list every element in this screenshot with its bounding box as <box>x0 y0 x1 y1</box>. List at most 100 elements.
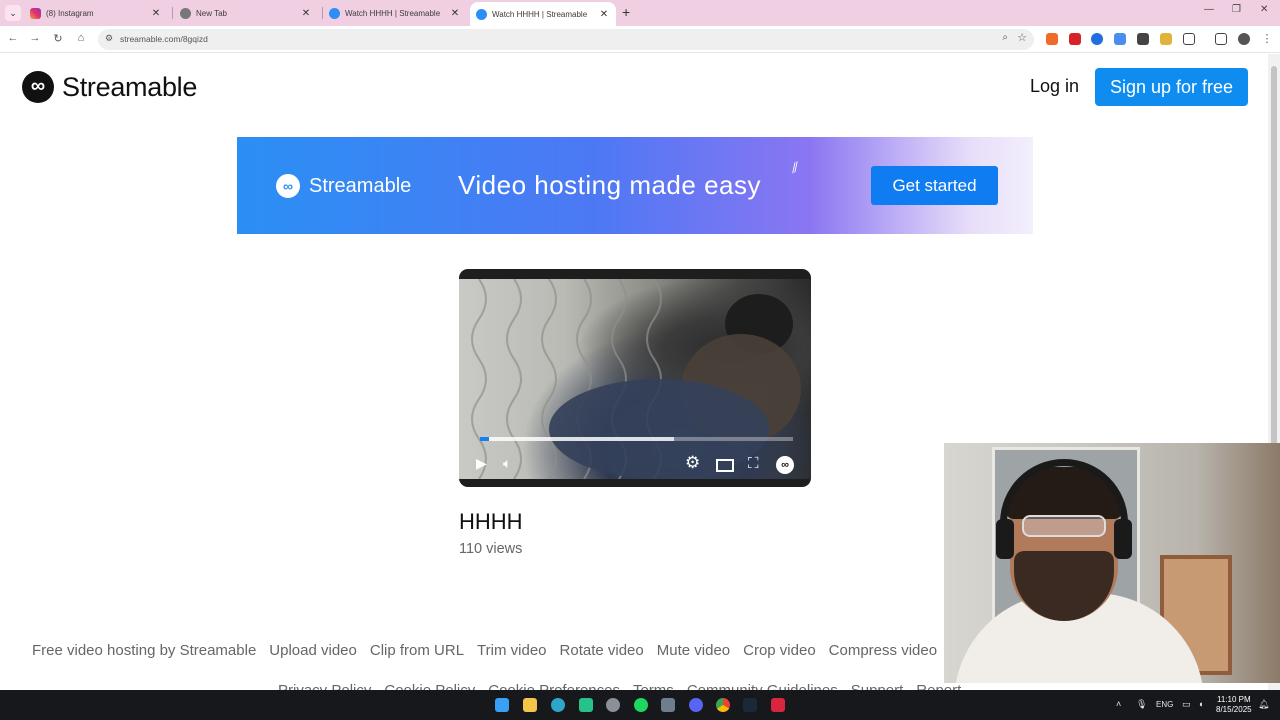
video-player[interactable]: ▶ 🔈︎ ⚙ ⛶ ∞ <box>459 269 811 487</box>
extension-icon[interactable] <box>1160 33 1172 45</box>
footer-link[interactable]: Upload video <box>269 642 357 659</box>
streamable-icon <box>329 7 340 19</box>
view-count: 110 views <box>459 541 523 557</box>
minimize-icon[interactable]: — <box>1204 4 1214 15</box>
extension-icon[interactable] <box>1137 33 1149 45</box>
promo-banner[interactable]: ∞ Streamable Video hosting made easy ⁄⁄ … <box>237 137 1033 234</box>
calculator-icon[interactable] <box>661 698 675 712</box>
tab-streamable-active[interactable]: Watch HHHH | Streamable ✕ <box>470 2 616 26</box>
streamable-icon <box>476 8 487 20</box>
streamable-logo-icon: ∞ <box>276 174 300 198</box>
settings-icon[interactable] <box>606 698 620 712</box>
picture-in-picture-icon[interactable] <box>716 459 734 472</box>
close-tab-icon[interactable]: ✕ <box>300 8 312 19</box>
browser-tab-strip: ⌄ (8) Instagram ✕ New Tab ✕ Watch HHHH |… <box>0 0 1280 26</box>
reload-icon[interactable]: ↻ <box>51 32 65 45</box>
microphone-icon[interactable]: 🎙︎ <box>1136 699 1147 710</box>
tab-title: Watch HHHH | Streamable <box>492 9 588 19</box>
footer-link[interactable]: Rotate video <box>560 642 644 659</box>
settings-gear-icon[interactable]: ⚙ <box>685 453 700 473</box>
extensions-puzzle-icon[interactable] <box>1183 33 1195 45</box>
streamable-logo-icon: ∞ <box>22 71 54 103</box>
file-explorer-icon[interactable] <box>523 698 537 712</box>
headset-earcup <box>996 519 1014 559</box>
footer-link[interactable]: Free video hosting by Streamable <box>32 642 256 659</box>
banner-brand: Streamable <box>309 175 412 197</box>
notification-bell-icon[interactable]: 🔔︎ <box>1258 699 1269 710</box>
edge-icon[interactable] <box>551 698 565 712</box>
play-icon[interactable]: ▶ <box>476 455 487 472</box>
video-frame[interactable] <box>459 279 811 479</box>
signup-button[interactable]: Sign up for free <box>1095 68 1248 106</box>
sparkle-icon: ⁄⁄ <box>790 158 801 176</box>
extension-icon[interactable] <box>1069 33 1081 45</box>
steam-icon[interactable] <box>743 698 757 712</box>
speaker-icon[interactable]: ◖ <box>1198 699 1203 709</box>
wallpaper-pattern <box>471 279 801 479</box>
clock-time: 11:10 PM <box>1216 695 1251 704</box>
maximize-icon[interactable]: ❐ <box>1232 4 1241 15</box>
footer-link[interactable]: Compress video <box>829 642 937 659</box>
app-icon[interactable] <box>771 698 785 712</box>
tab-instagram[interactable]: (8) Instagram ✕ <box>26 2 166 24</box>
login-link[interactable]: Log in <box>1030 76 1079 97</box>
tab-streamable[interactable]: Watch HHHH | Streamable ✕ <box>325 2 465 24</box>
forward-icon[interactable]: → <box>28 32 42 44</box>
tab-separator <box>172 7 173 19</box>
windows-taskbar: ˄ 🎙︎ ENG ▭ ◖ 11:10 PM 8/15/2025 🔔︎ <box>0 690 1280 720</box>
instagram-icon <box>30 7 41 19</box>
language-indicator[interactable]: ENG <box>1156 700 1173 709</box>
discord-icon[interactable] <box>689 698 703 712</box>
tab-title: (8) Instagram <box>46 8 94 18</box>
extension-icon[interactable] <box>1091 33 1103 45</box>
extension-icon[interactable] <box>1114 33 1126 45</box>
close-window-icon[interactable]: ✕ <box>1260 4 1268 15</box>
extension-icon[interactable] <box>1046 33 1058 45</box>
back-icon[interactable]: ← <box>6 32 20 44</box>
tab-title: New Tab <box>196 8 227 18</box>
system-clock[interactable]: 11:10 PM 8/15/2025 <box>1216 695 1252 715</box>
tab-search-chevron-icon[interactable]: ⌄ <box>5 5 21 21</box>
volume-icon[interactable]: 🔈︎ <box>503 455 511 472</box>
menu-kebab-icon[interactable]: ⋮ <box>1260 32 1274 45</box>
footer-link[interactable]: Mute video <box>657 642 730 659</box>
chrome-icon <box>180 7 191 19</box>
tab-new-tab[interactable]: New Tab ✕ <box>176 2 316 24</box>
fullscreen-icon[interactable]: ⛶ <box>748 455 759 472</box>
footer-links-primary: Free video hosting by Streamable Upload … <box>32 642 950 659</box>
tab-separator <box>322 7 323 19</box>
media-control-icon[interactable] <box>1215 33 1227 45</box>
footer-link[interactable]: Clip from URL <box>370 642 464 659</box>
played-bar <box>480 437 490 441</box>
footer-link[interactable]: Crop video <box>743 642 816 659</box>
network-icon[interactable]: ▭ <box>1182 699 1191 710</box>
get-started-button[interactable]: Get started <box>871 166 998 205</box>
new-tab-icon[interactable]: + <box>622 4 630 20</box>
footer-link[interactable]: Trim video <box>477 642 546 659</box>
webcam-overlay <box>944 443 1280 683</box>
buffered-bar <box>480 437 675 441</box>
browser-toolbar: ← → ↻ ⌂ ⚙ streamable.com/8gqizd ⌕ ☆ ⋮ <box>0 26 1280 53</box>
spotify-icon[interactable] <box>634 698 648 712</box>
zoom-icon[interactable]: ⌕ <box>1002 32 1008 43</box>
tray-chevron-icon[interactable]: ˄ <box>1116 699 1121 709</box>
logo-text: Streamable <box>62 71 198 102</box>
close-tab-icon[interactable]: ✕ <box>449 8 461 19</box>
streamable-logo-icon[interactable]: ∞ <box>776 456 794 474</box>
app-icon[interactable] <box>579 698 593 712</box>
close-tab-icon[interactable]: ✕ <box>150 8 162 19</box>
site-info-icon[interactable]: ⚙ <box>105 33 113 44</box>
address-bar[interactable]: ⚙ streamable.com/8gqizd ⌕ ☆ <box>98 29 1034 50</box>
video-progress-bar[interactable] <box>480 437 793 441</box>
video-title: HHHH <box>459 509 523 534</box>
profile-avatar-icon[interactable] <box>1238 33 1250 45</box>
banner-tagline: Video hosting made easy <box>458 170 761 200</box>
chrome-icon[interactable] <box>716 698 730 712</box>
home-icon[interactable]: ⌂ <box>74 32 88 44</box>
close-tab-icon[interactable]: ✕ <box>598 9 610 20</box>
tab-title: Watch HHHH | Streamable <box>345 8 441 18</box>
url-text: streamable.com/8gqizd <box>120 34 208 44</box>
bookmark-star-icon[interactable]: ☆ <box>1017 31 1027 44</box>
windows-start-icon[interactable] <box>495 698 509 712</box>
streamable-logo[interactable]: ∞ Streamable <box>22 71 197 103</box>
